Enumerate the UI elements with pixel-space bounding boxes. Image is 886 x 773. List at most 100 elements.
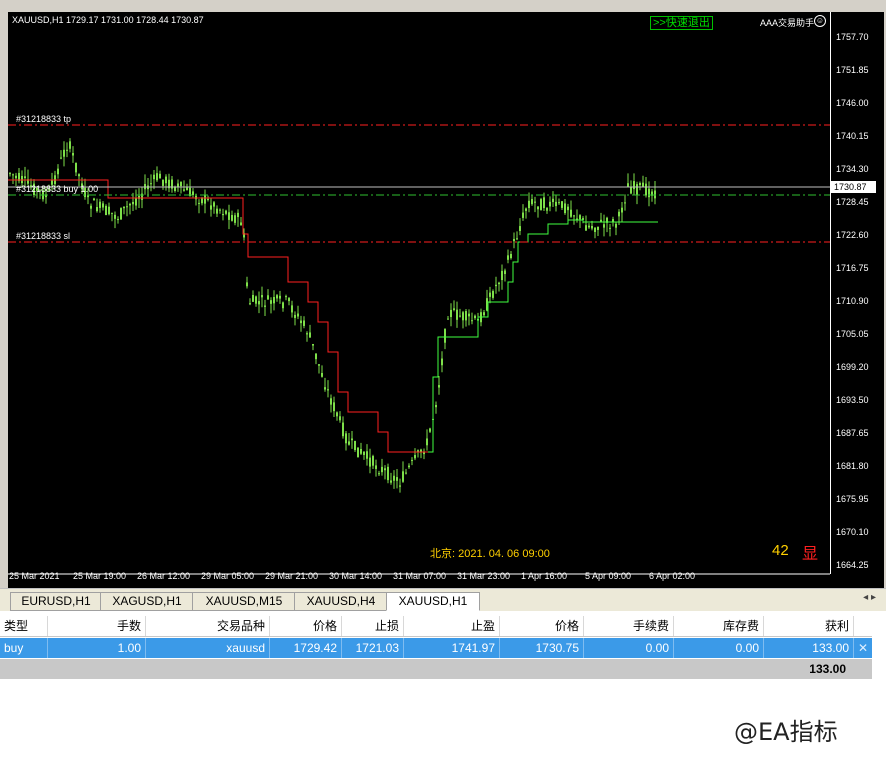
current-price-marker: 1730.87 [831,181,876,193]
column-header[interactable]: 手数 [48,616,146,636]
tab-eurusd-h1[interactable]: EURUSD,H1 [10,592,102,611]
price-tick: 1740.15 [836,131,869,141]
candle-body [417,450,419,452]
price-tick: 1710.90 [836,296,869,306]
column-header[interactable]: 手续费 [584,616,674,636]
candle-body [117,218,119,221]
candle-body [534,201,536,203]
candle-body [111,212,113,214]
column-header[interactable]: 止盈 [404,616,500,636]
order-cell: 0.00 [674,638,764,658]
candle-body [351,438,353,441]
order-cell: 1741.97 [404,638,500,658]
candle-body [234,215,236,223]
column-header[interactable]: 价格 [270,616,342,636]
candle-body [378,473,380,475]
candle-body [597,226,599,230]
candle-body [336,412,338,417]
candle-body [630,186,632,194]
price-chart[interactable]: XAUUSD,H1 1729.17 1731.00 1728.44 1730.8… [8,12,884,588]
candle-body [90,205,92,209]
candle-body [552,198,554,203]
candle-body [489,292,491,297]
time-tick: 25 Mar 19:00 [73,571,127,581]
candle-body [186,187,188,191]
order-cell: 1721.03 [342,638,404,658]
candle-body [108,206,110,215]
candle-body [591,226,593,229]
column-header[interactable]: 获利 [764,616,854,636]
candle-body [471,320,473,322]
price-tick: 1722.60 [836,230,869,240]
candle-body [66,149,68,151]
tab-xauusd-m15[interactable]: XAUUSD,M15 [192,592,296,611]
candle-body [255,296,257,304]
smiley-icon: ☺ [814,15,826,27]
tab-xauusd-h1[interactable]: XAUUSD,H1 [386,592,480,611]
candle-body [96,207,98,212]
column-header[interactable]: 交易品种 [146,616,270,636]
candle-body [384,468,386,471]
column-header[interactable]: 价格 [500,616,584,636]
candle-body [162,179,164,186]
candle-body [414,455,416,459]
price-tick: 1757.70 [836,32,869,42]
candle-body [165,176,167,184]
candle-body [366,451,368,459]
tab-scroll-arrows[interactable]: ◂ ▸ [863,592,876,603]
candle-body [513,238,515,242]
candle-body [447,318,449,320]
candle-body [324,387,326,390]
candle-body [15,175,17,179]
candle-body [618,211,620,217]
column-header[interactable]: 类型 [0,616,48,636]
candle-body [327,389,329,391]
order-cell: 1729.42 [270,638,342,658]
candle-body [264,305,266,307]
candle-body [267,295,269,300]
candle-body [204,195,206,204]
time-tick: 25 Mar 2021 [9,571,60,581]
order-row[interactable]: buy 1.00 xauusd 1729.42 1721.03 1741.97 1730.7… [0,638,872,658]
column-header[interactable]: 库存费 [674,616,764,636]
candle-body [576,218,578,220]
candle-body [246,282,248,287]
candle-body [105,205,107,216]
show-toggle[interactable]: 显 [802,540,818,564]
column-header[interactable]: 止损 [342,616,404,636]
price-tick: 1751.85 [836,65,869,75]
candle-body [207,198,209,200]
candle-body [60,157,62,159]
order-cell: 1730.75 [500,638,584,658]
symbol-info: XAUUSD,H1 1729.17 1731.00 1728.44 1730.8… [12,15,204,25]
close-order-icon[interactable]: ✕ [858,641,868,655]
candle-body [558,202,560,204]
tab-xagusd-h1[interactable]: XAGUSD,H1 [100,592,194,611]
candle-body [348,441,350,445]
candle-body [438,385,440,388]
candle-body [426,438,428,446]
chart-tabs: EURUSD,H1 XAGUSD,H1 XAUUSD,M15 XAUUSD,H4… [0,588,886,611]
candle-body [375,465,377,469]
candle-body [363,451,365,455]
candle-body [228,212,230,220]
candle-body [405,472,407,474]
candle-body [456,309,458,320]
beijing-time: 北京: 2021. 04. 06 09:00 [430,548,550,560]
candle-body [102,203,104,208]
candle-body [276,295,278,299]
tab-xauusd-h4[interactable]: XAUUSD,H4 [294,592,388,611]
candle-body [450,309,452,318]
time-tick: 6 Apr 02:00 [649,571,696,581]
candle-body [219,209,221,211]
candle-body [270,300,272,304]
candle-body [321,373,323,377]
candle-body [645,183,647,196]
candle-body [570,209,572,217]
candle-body [615,223,617,228]
candle-body [237,212,239,218]
candle-body [357,447,359,458]
price-tick: 1664.25 [836,560,869,570]
quick-exit-button[interactable]: >>快速退出 [650,16,713,30]
time-tick: 29 Mar 21:00 [265,571,319,581]
